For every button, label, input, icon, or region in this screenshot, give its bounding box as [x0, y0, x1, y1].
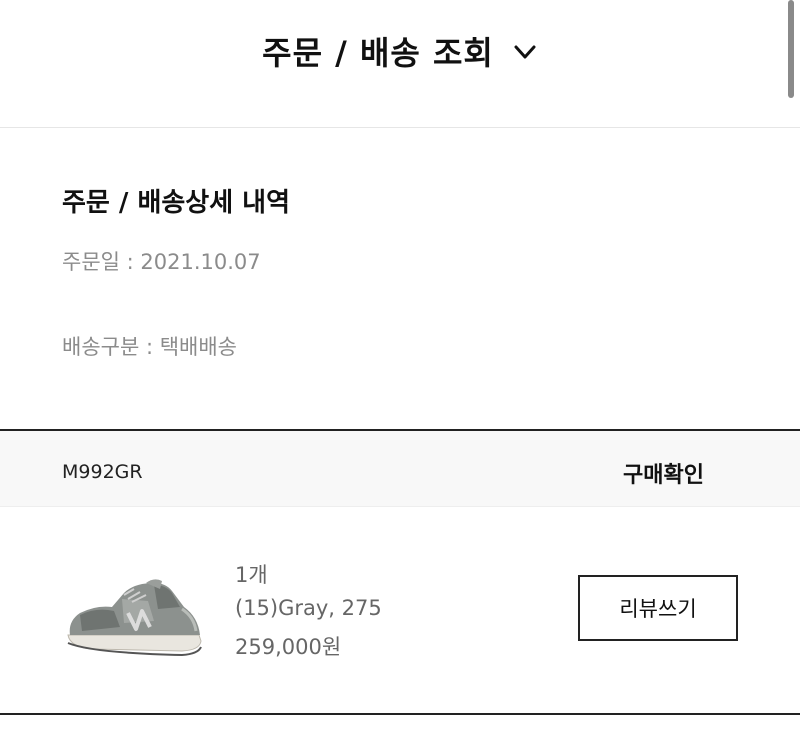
write-review-button[interactable]: 리뷰쓰기 — [578, 575, 738, 641]
item-option: (15)Gray, 275 — [235, 596, 382, 620]
purchase-confirm-status: 구매확인 — [623, 463, 704, 488]
chevron-down-icon[interactable] — [512, 39, 538, 65]
order-item-row: 1개 (15)Gray, 275 259,000원 리뷰쓰기 — [0, 507, 800, 713]
order-date: 주문일 : 2021.10.07 — [62, 250, 261, 274]
page-title: 주문 / 배송 조회 — [262, 34, 494, 72]
item-quantity: 1개 — [235, 563, 268, 587]
sneaker-image[interactable] — [62, 577, 204, 657]
page-header: 주문 / 배송 조회 — [0, 0, 800, 128]
scrollbar[interactable] — [788, 0, 794, 98]
divider — [0, 713, 800, 715]
order-item-header: M992GR 구매확인 — [0, 429, 800, 507]
delivery-type: 배송구분 : 택배배송 — [62, 335, 237, 359]
order-detail-title: 주문 / 배송상세 내역 — [62, 188, 291, 218]
item-price: 259,000원 — [235, 635, 342, 659]
order-detail-section: 주문 / 배송상세 내역 — [62, 182, 290, 219]
header-title-dropdown[interactable]: 주문 / 배송 조회 — [0, 28, 800, 74]
product-code: M992GR — [62, 461, 143, 483]
